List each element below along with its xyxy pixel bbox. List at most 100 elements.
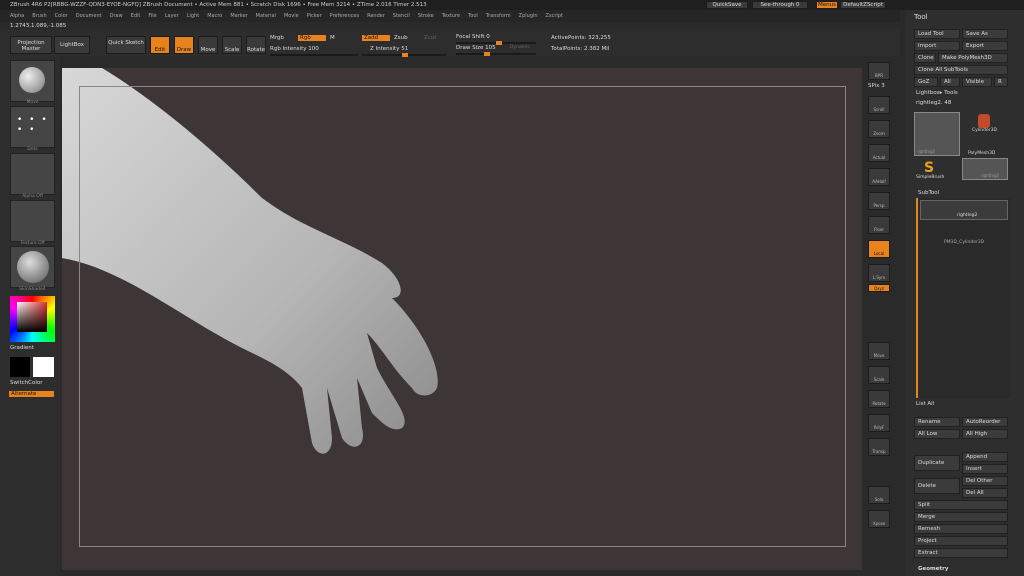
rotate-view-button[interactable]: Rotate [868, 390, 890, 408]
all-button[interactable]: All [940, 77, 960, 87]
color-picker[interactable] [10, 296, 55, 342]
all-high-button[interactable]: All High [962, 429, 1008, 439]
stroke-thumbnail[interactable]: • • • • • [10, 106, 55, 148]
secondary-color-swatch[interactable] [33, 357, 54, 377]
default-script-button[interactable]: DefaultZScript [840, 1, 886, 9]
rotate-button[interactable]: Rotate [246, 36, 266, 54]
simplebrush-icon[interactable]: S [924, 160, 934, 176]
material-thumbnail[interactable] [10, 246, 55, 288]
xpose-button[interactable]: Xpose [868, 510, 890, 528]
zcut-button[interactable]: Zcut [424, 35, 436, 41]
menu-file[interactable]: File [148, 10, 156, 22]
menu-document[interactable]: Document [76, 10, 102, 22]
menu-light[interactable]: Light [187, 10, 199, 22]
focal-shift-slider[interactable]: Focal Shift 0 [456, 34, 490, 40]
texture-thumbnail[interactable] [10, 200, 55, 242]
extract-button[interactable]: Extract [914, 548, 1008, 558]
current-tool-slider[interactable]: rightleg2. 48 [916, 100, 951, 106]
menu-layer[interactable]: Layer [165, 10, 179, 22]
menu-color[interactable]: Color [55, 10, 68, 22]
scale-button[interactable]: Scale [222, 36, 242, 54]
zoom-button[interactable]: Zoom [868, 120, 890, 138]
move-button[interactable]: Move [198, 36, 218, 54]
actual-button[interactable]: Actual [868, 144, 890, 162]
qxyz-button[interactable]: Qxyz [868, 284, 890, 292]
alpha-thumbnail[interactable] [10, 153, 55, 195]
make-polymesh-button[interactable]: Make PolyMesh3D [938, 53, 1008, 63]
aahalf-button[interactable]: AAHalf [868, 168, 890, 186]
r-button[interactable]: R [994, 77, 1008, 87]
remesh-button[interactable]: Remesh [914, 524, 1008, 534]
brush-thumbnail[interactable] [10, 60, 55, 102]
scale-view-button[interactable]: Scale [868, 366, 890, 384]
switch-color-button[interactable]: SwitchColor [10, 380, 43, 386]
menu-transform[interactable]: Transform [486, 10, 511, 22]
edit-button[interactable]: Edit [150, 36, 170, 54]
tool-thumb-rightleg-small[interactable]: rightleg2 [962, 158, 1008, 180]
gradient-label[interactable]: Gradient [10, 345, 34, 351]
lightbox-button[interactable]: LightBox [54, 36, 90, 54]
goz-button[interactable]: GoZ [914, 77, 938, 87]
menu-preferences[interactable]: Preferences [330, 10, 359, 22]
persp-button[interactable]: Persp [868, 192, 890, 210]
load-tool-button[interactable]: Load Tool [914, 29, 960, 39]
mrgb-button[interactable]: Mrgb [270, 35, 284, 41]
menu-material[interactable]: Material [256, 10, 276, 22]
clone-subtools-button[interactable]: Clone All SubTools [914, 65, 1008, 75]
main-color-swatch[interactable] [10, 357, 30, 377]
z-intensity-slider[interactable]: Z Intensity 51 [370, 46, 408, 52]
duplicate-button[interactable]: Duplicate [914, 455, 960, 471]
zsub-button[interactable]: Zsub [394, 35, 408, 41]
menu-picker[interactable]: Picker [307, 10, 322, 22]
draw-size-slider[interactable]: Draw Size 105 [456, 45, 496, 51]
menu-brush[interactable]: Brush [32, 10, 46, 22]
scroll-button[interactable]: Scroll [868, 96, 890, 114]
dynamic-button[interactable]: Dynamic [510, 45, 530, 50]
subtool-name-cylinder[interactable]: PM3D_Cylinder3D [944, 240, 984, 245]
tool-panel-title[interactable]: Tool [914, 13, 928, 21]
geometry-header[interactable]: Geometry [918, 566, 948, 572]
menu-edit[interactable]: Edit [131, 10, 141, 22]
all-low-button[interactable]: All Low [914, 429, 960, 439]
local-button[interactable]: Local [868, 240, 890, 258]
insert-button[interactable]: Insert [962, 464, 1008, 474]
projection-master-button[interactable]: Projection Master [10, 36, 52, 54]
quick-sketch-button[interactable]: Quick Sketch [106, 36, 146, 54]
spix-slider[interactable]: SPix 3 [868, 83, 885, 89]
del-all-button[interactable]: Del All [962, 488, 1008, 498]
del-other-button[interactable]: Del Other [962, 476, 1008, 486]
delete-button[interactable]: Delete [914, 478, 960, 494]
menu-stroke[interactable]: Stroke [418, 10, 434, 22]
lightbox-tools-button[interactable]: Lightbox▸ Tools [916, 90, 958, 96]
menu-alpha[interactable]: Alpha [10, 10, 24, 22]
merge-button[interactable]: Merge [914, 512, 1008, 522]
menu-texture[interactable]: Texture [442, 10, 460, 22]
menus-button[interactable]: Menus [816, 1, 838, 9]
lsym-button[interactable]: L.Sym [868, 264, 890, 282]
menu-tool[interactable]: Tool [468, 10, 478, 22]
clone-button[interactable]: Clone [914, 53, 936, 63]
solo-button[interactable]: Solo [868, 486, 890, 504]
rgb-intensity-slider[interactable]: Rgb Intensity 100 [270, 46, 319, 52]
save-as-button[interactable]: Save As [962, 29, 1008, 39]
menu-draw[interactable]: Draw [110, 10, 123, 22]
menu-marker[interactable]: Marker [230, 10, 247, 22]
see-through-slider[interactable]: See-through 0 [752, 1, 808, 9]
menu-stencil[interactable]: Stencil [393, 10, 410, 22]
menu-render[interactable]: Render [367, 10, 385, 22]
menu-zscript[interactable]: Zscript [546, 10, 563, 22]
subtool-item-rightleg[interactable]: rightleg2 [920, 200, 1008, 220]
draw-button[interactable]: Draw [174, 36, 194, 54]
menu-macro[interactable]: Macro [207, 10, 222, 22]
auto-reorder-button[interactable]: AutoReorder [962, 417, 1008, 427]
import-button[interactable]: Import [914, 41, 960, 51]
project-button[interactable]: Project [914, 536, 1008, 546]
append-button[interactable]: Append [962, 452, 1008, 462]
rgb-button[interactable]: Rgb [298, 35, 326, 41]
split-button[interactable]: Split [914, 500, 1008, 510]
rename-button[interactable]: Rename [914, 417, 960, 427]
zadd-button[interactable]: Zadd [362, 35, 390, 41]
transp-button[interactable]: Transp [868, 438, 890, 456]
alternate-button[interactable]: Alternate [9, 391, 54, 397]
subtool-header[interactable]: SubTool [918, 190, 939, 196]
